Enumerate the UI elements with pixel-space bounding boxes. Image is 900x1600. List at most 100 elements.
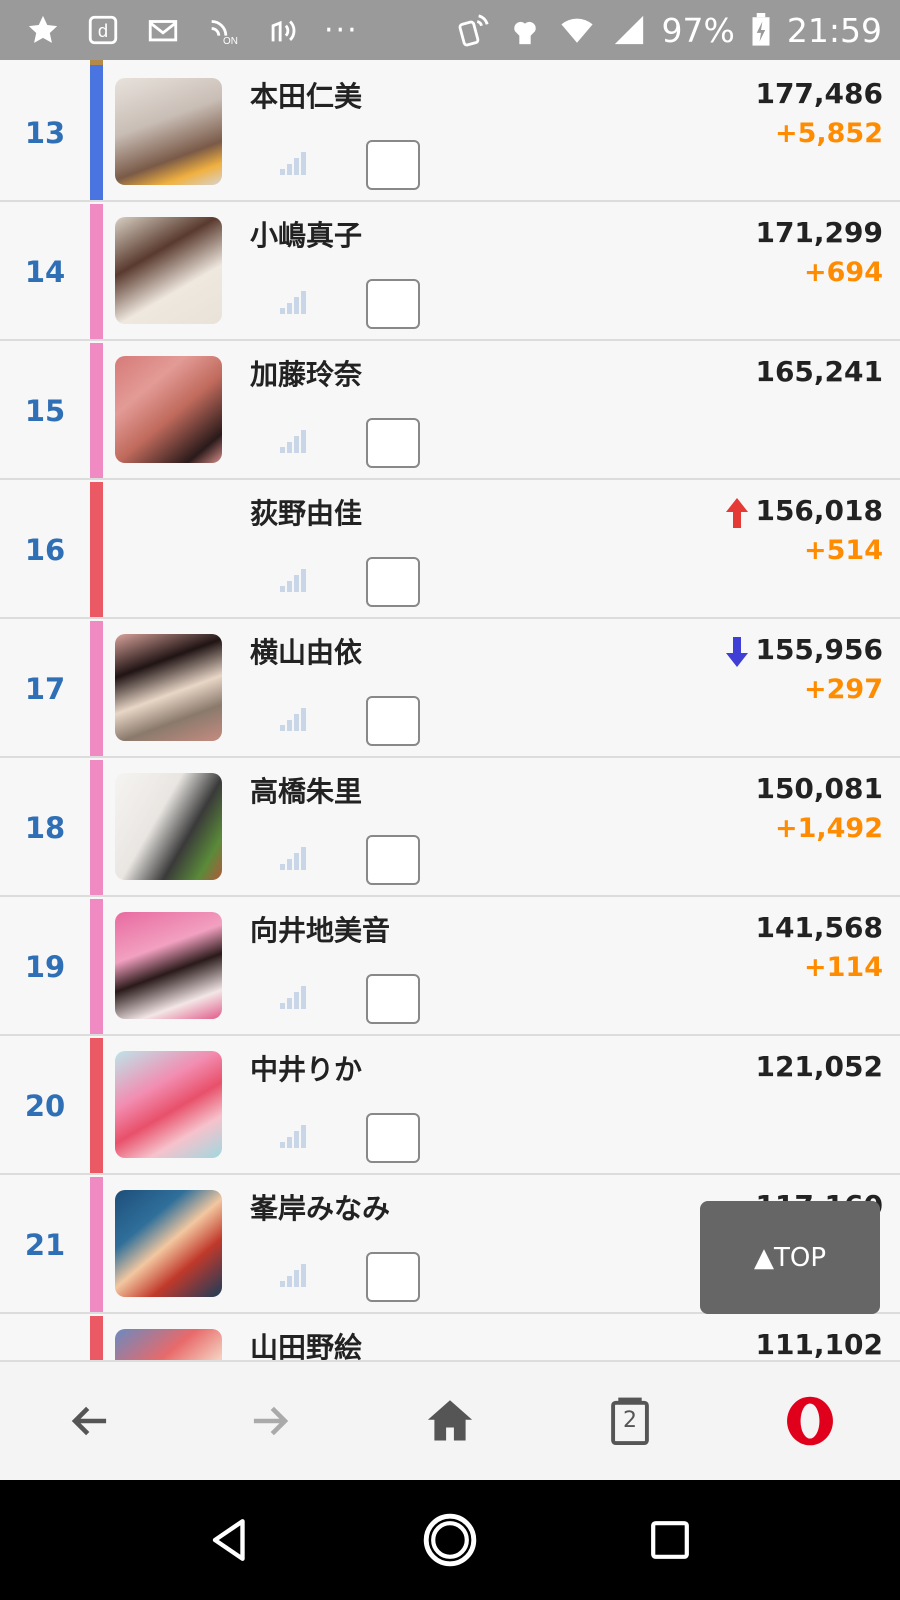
member-name[interactable]: 本田仁美	[250, 75, 362, 115]
system-nav-bar	[0, 1480, 900, 1600]
status-bar: d ON ··· 97% 21:59	[0, 0, 900, 60]
signal-bars-icon	[280, 569, 306, 592]
cell-signal-icon	[610, 11, 648, 49]
mail-icon	[144, 11, 182, 49]
member-name[interactable]: 荻野由佳	[250, 492, 362, 532]
vote-checkbox[interactable]	[366, 1252, 420, 1302]
vote-delta: +694	[804, 257, 883, 288]
triangle-back-icon	[212, 1519, 245, 1561]
scroll-top-button[interactable]: ▲TOP	[700, 1201, 880, 1314]
wifi-icon	[558, 11, 596, 49]
opera-logo-icon	[787, 1396, 833, 1446]
ranking-row[interactable]: 17 横山由依 155,956 +297	[0, 621, 900, 758]
opera-menu-button[interactable]	[775, 1386, 845, 1456]
vote-count: 156,018	[755, 494, 883, 527]
forward-button[interactable]	[235, 1386, 305, 1456]
svg-text:d: d	[98, 20, 108, 41]
member-name[interactable]: 高橋朱里	[250, 770, 362, 810]
rank-number: 14	[24, 254, 66, 289]
ranking-row[interactable]: 16 荻野由佳 156,018 +514	[0, 482, 900, 619]
home-button[interactable]	[415, 1386, 485, 1456]
vote-checkbox[interactable]	[366, 140, 420, 190]
ranking-row[interactable]: 15 加藤玲奈 165,241	[0, 343, 900, 480]
member-name[interactable]: 向井地美音	[250, 909, 390, 949]
member-photo[interactable]	[115, 1329, 222, 1360]
member-name[interactable]: 小嶋真子	[250, 214, 362, 254]
ranking-row[interactable]: 19 向井地美音 141,568 +114	[0, 899, 900, 1036]
team-color-bar	[90, 1038, 103, 1173]
forward-arrow-icon	[253, 1406, 289, 1436]
signal-bars-icon	[280, 152, 306, 175]
vote-checkbox[interactable]	[366, 418, 420, 468]
member-photo[interactable]	[115, 634, 222, 741]
vote-count: 141,568	[755, 911, 883, 944]
nav-recents-button[interactable]	[635, 1505, 705, 1575]
signal-bars-icon	[280, 847, 306, 870]
member-photo[interactable]	[115, 912, 222, 1019]
signal-bars-icon	[280, 1264, 306, 1287]
back-arrow-icon	[71, 1406, 107, 1436]
ranking-row[interactable]: 18 高橋朱里 150,081 +1,492	[0, 760, 900, 897]
trend-arrow-icon	[726, 637, 748, 667]
ranking-list[interactable]: 13 本田仁美 177,486 +5,852 14 小嶋真子 171,299 +…	[0, 60, 900, 1360]
team-color-bar	[90, 621, 103, 756]
member-name[interactable]: 横山由依	[250, 631, 362, 671]
ranking-row[interactable]: 20 中井りか 121,052	[0, 1038, 900, 1175]
member-photo[interactable]	[115, 78, 222, 185]
signal-bars-icon	[280, 291, 306, 314]
vote-checkbox[interactable]	[366, 835, 420, 885]
ranking-row[interactable]: 22 山田野絵 111,102	[0, 1316, 900, 1360]
vote-delta: +114	[804, 952, 883, 983]
member-photo[interactable]	[115, 773, 222, 880]
vote-checkbox[interactable]	[366, 279, 420, 329]
member-photo[interactable]	[115, 356, 222, 463]
member-name[interactable]: 山田野絵	[250, 1326, 362, 1360]
rank-number: 21	[24, 1227, 66, 1262]
battery-charging-icon	[749, 11, 773, 49]
trend-arrow-icon	[726, 498, 748, 528]
member-photo[interactable]	[115, 1190, 222, 1297]
team-color-bar	[90, 204, 103, 339]
team-color-bar	[90, 1316, 103, 1360]
rank-number: 19	[24, 949, 66, 984]
vote-count: 111,102	[755, 1328, 883, 1360]
more-notifications: ···	[324, 12, 359, 48]
vote-delta: +297	[804, 674, 883, 705]
vote-count: 177,486	[755, 77, 883, 110]
nav-back-button[interactable]	[195, 1505, 265, 1575]
nav-home-button[interactable]	[415, 1505, 485, 1575]
square-recents-icon	[651, 1521, 689, 1559]
member-photo[interactable]	[115, 1051, 222, 1158]
rank-number: 17	[24, 671, 66, 706]
vote-checkbox[interactable]	[366, 974, 420, 1024]
member-name[interactable]: 峯岸みなみ	[250, 1187, 390, 1227]
rank-number: 13	[24, 115, 66, 150]
ranking-row[interactable]: 13 本田仁美 177,486 +5,852	[0, 65, 900, 202]
team-color-bar	[90, 343, 103, 478]
nfc-on-icon: ON	[204, 11, 242, 49]
team-color-bar	[90, 1177, 103, 1312]
vote-count: 171,299	[755, 216, 883, 249]
ranking-row[interactable]: 14 小嶋真子 171,299 +694	[0, 204, 900, 341]
clock: 21:59	[786, 10, 882, 50]
vote-count: 165,241	[755, 355, 883, 388]
back-button[interactable]	[55, 1386, 125, 1456]
vote-count: 150,081	[755, 772, 883, 805]
vote-checkbox[interactable]	[366, 696, 420, 746]
member-name[interactable]: 加藤玲奈	[250, 353, 362, 393]
home-icon	[427, 1400, 473, 1441]
member-photo[interactable]	[115, 217, 222, 324]
rank-number: 20	[24, 1088, 66, 1123]
vote-checkbox[interactable]	[366, 557, 420, 607]
vote-checkbox[interactable]	[366, 1113, 420, 1163]
member-name[interactable]: 中井りか	[250, 1048, 362, 1088]
tabs-button[interactable]: 2	[595, 1386, 665, 1456]
team-color-bar	[90, 760, 103, 895]
vote-delta: +514	[804, 535, 883, 566]
rank-number: 18	[24, 810, 66, 845]
star-icon	[24, 11, 62, 49]
tap-signal-icon	[264, 11, 302, 49]
rank-number: 22	[0, 1316, 90, 1360]
battery-percent: 97%	[661, 10, 735, 50]
vote-count: 121,052	[755, 1050, 883, 1083]
